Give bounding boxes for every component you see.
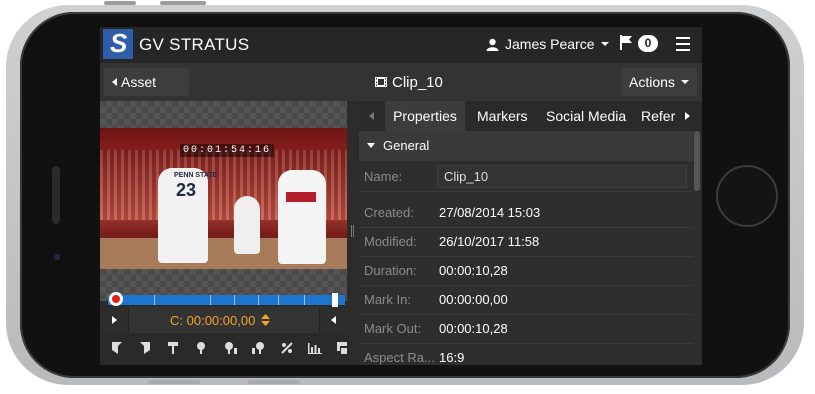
- side-button: [248, 380, 300, 384]
- menu-icon[interactable]: [676, 37, 690, 55]
- tab-bar: Properties Markers Social Media Refer: [359, 101, 702, 131]
- sort-arrows-icon[interactable]: [260, 314, 270, 326]
- mark-in-icon[interactable]: [112, 342, 122, 354]
- scrollbar[interactable]: [694, 131, 700, 191]
- property-label: Aspect Ra...: [364, 350, 435, 365]
- go-to-mark-in-icon[interactable]: [224, 342, 238, 354]
- timecode-value: 00:00:00,00: [186, 313, 256, 328]
- subclip-icon[interactable]: [337, 342, 347, 354]
- phone-speaker: [52, 166, 60, 224]
- phone-camera: [54, 254, 60, 260]
- jersey-stripe: [286, 192, 316, 202]
- burned-timecode: 00:01:54:16: [180, 144, 275, 157]
- volume-button: [104, 1, 136, 5]
- video-player[interactable]: 23 PENN STATE 00:01:54:16: [100, 101, 347, 301]
- notification-badge[interactable]: 0: [638, 35, 658, 52]
- actions-label: Actions: [629, 74, 675, 90]
- panel-splitter[interactable]: [347, 101, 359, 365]
- playhead-handle[interactable]: [109, 292, 123, 306]
- flag-icon[interactable]: [620, 35, 633, 55]
- jersey-number: 23: [176, 180, 197, 200]
- asset-list-button[interactable]: Asset List: [104, 68, 189, 118]
- side-button: [148, 380, 200, 384]
- tab-markers[interactable]: Markers: [477, 101, 528, 131]
- property-value: 00:00:00,00: [439, 292, 508, 307]
- jersey-text: PENN STATE: [174, 172, 218, 179]
- property-row: Created: 27/08/2014 15:03: [359, 198, 693, 228]
- home-button[interactable]: [716, 165, 778, 227]
- property-label: Name:: [364, 169, 403, 184]
- reverse-play-icon[interactable]: [331, 316, 336, 324]
- property-label: Mark Out:: [364, 321, 422, 336]
- play-icon[interactable]: [112, 316, 117, 324]
- stratus-logo: S: [103, 28, 133, 59]
- timeline-bar[interactable]: [108, 295, 345, 305]
- brand-name: GV STRATUS: [139, 35, 250, 54]
- property-label: Duration:: [364, 263, 417, 278]
- player-figure: [278, 170, 326, 264]
- property-row: Mark In: 00:00:00,00: [359, 285, 693, 315]
- pin-marker-icon[interactable]: [168, 342, 178, 354]
- tab-scroll-right-icon[interactable]: [685, 112, 690, 120]
- property-value: 27/08/2014 15:03: [439, 205, 541, 220]
- player-figure: [234, 196, 260, 254]
- property-value: 16:9: [439, 350, 465, 365]
- property-value: 26/10/2017 11:58: [439, 234, 540, 249]
- timecode-display[interactable]: C: 00:00:00,00: [170, 313, 270, 328]
- properties-panel: Properties Markers Social Media Refer Ge…: [359, 101, 702, 365]
- mark-out-handle[interactable]: [332, 293, 338, 307]
- property-value: 00:00:10,28: [439, 321, 508, 336]
- actions-button[interactable]: Actions: [621, 68, 697, 96]
- property-label: Mark In:: [364, 292, 411, 307]
- clip-title-text: Clip_10: [392, 74, 443, 91]
- tab-references[interactable]: Refer: [641, 101, 681, 131]
- chevron-left-icon: [112, 78, 117, 86]
- user-name: James Pearce: [505, 36, 595, 52]
- mark-out-icon[interactable]: [140, 342, 150, 354]
- chevron-down-icon: [680, 80, 689, 84]
- clip-title: Clip_10: [375, 74, 443, 91]
- audio-levels-icon[interactable]: [308, 342, 322, 354]
- property-row: Mark Out: 00:00:10,28: [359, 314, 693, 344]
- top-bar: S GV STRATUS James Pearce 0: [100, 27, 702, 63]
- tab-social-media[interactable]: Social Media: [546, 101, 626, 131]
- tab-properties[interactable]: Properties: [385, 101, 465, 131]
- property-row: Modified: 26/10/2017 11:58: [359, 227, 693, 257]
- go-to-mark-out-icon[interactable]: [251, 342, 265, 354]
- property-label: Created:: [364, 205, 414, 220]
- property-value: 00:00:10,28: [439, 263, 508, 278]
- chevron-down-icon: [601, 42, 610, 46]
- volume-button: [160, 1, 206, 5]
- user-menu[interactable]: James Pearce: [486, 36, 610, 52]
- location-marker-icon[interactable]: [196, 342, 206, 354]
- general-section-header[interactable]: General: [359, 131, 693, 161]
- timecode-prefix: C:: [170, 313, 183, 328]
- video-frame[interactable]: 23 PENN STATE 00:01:54:16: [100, 128, 347, 269]
- user-icon: [486, 38, 499, 51]
- clear-marks-icon[interactable]: [281, 342, 293, 354]
- film-icon: [375, 77, 387, 87]
- property-row: Name: Clip_10: [359, 162, 693, 192]
- tab-scroll-left-icon[interactable]: [369, 112, 374, 120]
- name-field[interactable]: Clip_10: [437, 165, 687, 188]
- property-row: Aspect Ra... 16:9: [359, 343, 693, 365]
- property-row: Duration: 00:00:10,28: [359, 256, 693, 286]
- caret-down-icon: [367, 143, 375, 148]
- app-screen: S GV STRATUS James Pearce 0 Asset List A…: [100, 27, 702, 365]
- property-label: Modified:: [364, 234, 417, 249]
- section-title: General: [383, 138, 430, 153]
